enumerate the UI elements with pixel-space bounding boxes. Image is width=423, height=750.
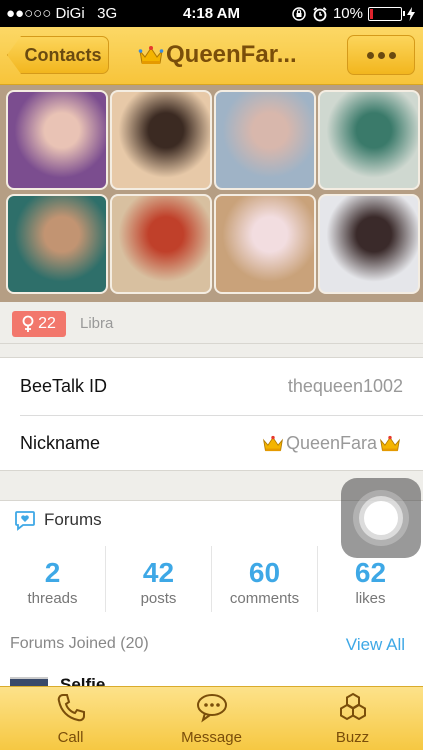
age-value: 22: [38, 315, 56, 332]
battery-fill: [370, 8, 373, 19]
more-dot-icon: [388, 51, 396, 59]
back-button-label: Contacts: [24, 44, 102, 65]
profile-photo[interactable]: [6, 194, 108, 294]
tab-call-label: Call: [57, 729, 84, 746]
phone-icon: [57, 694, 85, 722]
alarm-clock-icon: [313, 6, 327, 21]
profile-photo[interactable]: [214, 90, 316, 190]
tab-message-label: Message: [181, 729, 242, 746]
stat-value: 62: [354, 557, 387, 588]
more-options-button[interactable]: [347, 35, 415, 75]
back-contacts-button[interactable]: Contacts: [7, 36, 109, 74]
heart-bubble-icon: [15, 511, 35, 531]
stat-value: 2: [44, 557, 61, 588]
crown-icon: [138, 44, 164, 66]
more-dot-icon: [377, 51, 385, 59]
photo-grid: [0, 85, 423, 302]
profile-photo[interactable]: [214, 194, 316, 294]
forums-joined-label: Forums Joined: [10, 635, 116, 652]
chat-bubble-icon: [196, 694, 227, 723]
battery-icon: [368, 6, 405, 21]
bottom-tab-bar: Call Message Buzz: [0, 686, 423, 750]
forums-title: Forums: [44, 510, 102, 529]
profile-photo[interactable]: [110, 90, 212, 190]
crown-icon: [379, 434, 401, 453]
stat-label: posts: [140, 590, 177, 607]
profile-info-strip: 22 Libra: [0, 302, 423, 344]
nickname-value: QueenFara: [285, 433, 377, 453]
nav-bar: Contacts QueenFar...: [0, 27, 423, 85]
rotation-lock-icon: [292, 6, 306, 21]
more-dot-icon: [366, 51, 374, 59]
stat-posts[interactable]: 42 posts: [106, 546, 212, 612]
stat-threads[interactable]: 2 threads: [0, 546, 106, 612]
hexagons-icon: [339, 692, 366, 721]
forums-header: Forums: [14, 509, 102, 531]
stat-value: 60: [248, 557, 281, 588]
assistive-ring-middle: [359, 496, 403, 540]
stat-label: likes: [355, 590, 386, 607]
view-all-link[interactable]: View All: [346, 635, 405, 655]
crown-icon: [262, 434, 284, 453]
profile-photo[interactable]: [318, 90, 420, 190]
profile-photo[interactable]: [318, 194, 420, 294]
assistive-touch-button[interactable]: [341, 478, 421, 558]
status-right: 10%: [291, 5, 415, 22]
gender-age-badge: 22: [12, 311, 66, 337]
stat-label: threads: [27, 590, 78, 607]
nickname-row: Nickname QueenFara: [20, 415, 403, 472]
page-title: QueenFar...: [138, 41, 328, 69]
profile-photo[interactable]: [6, 90, 108, 190]
stat-comments[interactable]: 60 comments: [212, 546, 318, 612]
profile-details: BeeTalk ID thequeen1002 Nickname QueenFa…: [0, 357, 423, 471]
zodiac-sign: Libra: [80, 315, 114, 332]
forums-joined-heading: Forums Joined (20): [10, 635, 149, 655]
page-title-text: QueenFar...: [166, 41, 297, 68]
female-symbol-icon: [22, 315, 34, 332]
beetalk-id-label: BeeTalk ID: [20, 376, 108, 396]
battery-percent: 10%: [332, 5, 363, 22]
tab-message[interactable]: Message: [141, 687, 282, 750]
stat-label: comments: [229, 590, 300, 607]
assistive-ring-outer: [353, 490, 409, 546]
tab-buzz-label: Buzz: [335, 729, 370, 746]
forums-joined-row: Forums Joined (20) View All: [10, 635, 405, 655]
forums-joined-count: (20): [120, 635, 149, 652]
nickname-label: Nickname: [20, 433, 101, 453]
stat-value: 42: [142, 557, 175, 588]
profile-photo[interactable]: [110, 194, 212, 294]
nickname-value-group: QueenFara: [262, 433, 403, 454]
charging-bolt-icon: [407, 6, 415, 21]
tab-buzz[interactable]: Buzz: [282, 687, 423, 750]
beetalk-id-row: BeeTalk ID thequeen1002: [20, 358, 403, 415]
assistive-ring-inner: [364, 501, 398, 535]
beetalk-id-value: thequeen1002: [287, 376, 403, 396]
status-bar: ●●○○○ DiGi 3G 4:18 AM 10%: [0, 0, 423, 27]
tab-call[interactable]: Call: [0, 687, 141, 750]
